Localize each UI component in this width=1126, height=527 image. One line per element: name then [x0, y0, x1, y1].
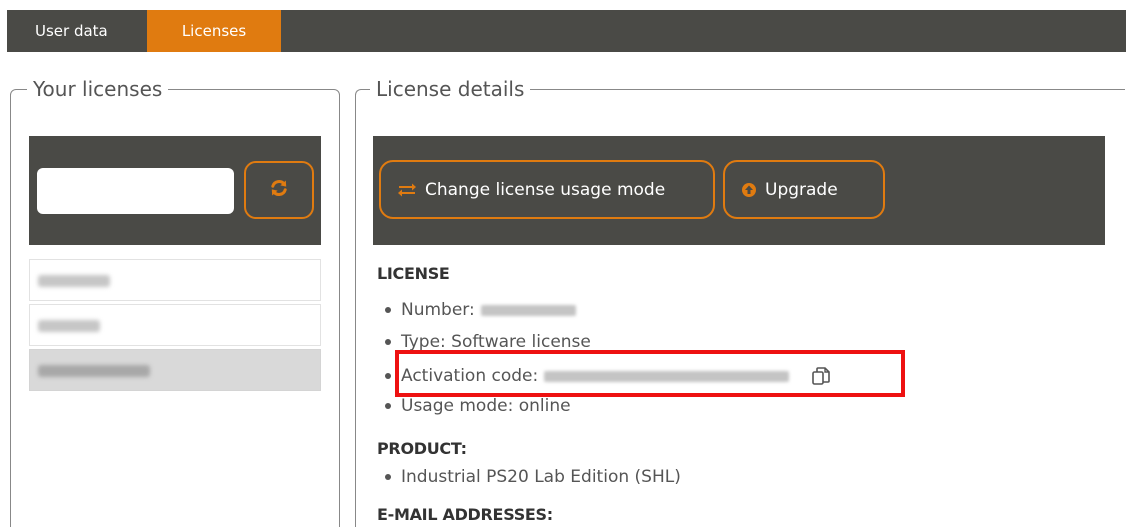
license-search-input[interactable]	[37, 168, 234, 214]
list-item[interactable]	[29, 304, 321, 346]
change-license-usage-mode-button[interactable]: Change license usage mode	[379, 160, 715, 219]
list-item[interactable]	[29, 259, 321, 301]
your-licenses-legend: Your licenses	[27, 77, 169, 101]
activation-code-highlight-box	[395, 350, 905, 397]
bullet	[385, 373, 391, 379]
usage-mode-row: Usage mode: online	[385, 396, 571, 416]
license-list	[29, 259, 321, 394]
tab-licenses[interactable]: Licenses	[147, 10, 281, 52]
refresh-button[interactable]	[244, 161, 314, 219]
bullet	[385, 307, 391, 313]
swap-arrows-icon	[397, 183, 417, 197]
details-toolbar: Change license usage mode Upgrade	[373, 136, 1105, 245]
blurred-license-label	[38, 365, 150, 377]
license-type-row: Type: Software license	[385, 332, 591, 352]
blurred-license-label	[38, 275, 110, 287]
product-name: Industrial PS20 Lab Edition (SHL)	[401, 467, 681, 487]
licenses-toolbar	[29, 136, 321, 245]
change-mode-label: Change license usage mode	[425, 179, 666, 200]
product-row: Industrial PS20 Lab Edition (SHL)	[385, 467, 681, 487]
license-details-legend: License details	[370, 77, 531, 101]
blurred-license-number	[480, 304, 576, 316]
license-number-label: Number:	[401, 300, 475, 320]
blurred-license-label	[38, 320, 100, 332]
tab-user-data[interactable]: User data	[21, 10, 122, 52]
license-number-row: Number:	[385, 300, 576, 320]
email-addresses-heading: E-MAIL ADDRESSES:	[377, 505, 553, 524]
license-type-text: Type: Software license	[401, 332, 591, 352]
bullet	[385, 339, 391, 345]
upgrade-circle-icon	[741, 182, 757, 198]
list-item-selected[interactable]	[29, 349, 321, 391]
upgrade-button[interactable]: Upgrade	[723, 160, 885, 219]
product-heading: PRODUCT:	[377, 439, 467, 458]
bullet	[385, 403, 391, 409]
refresh-icon	[269, 178, 289, 202]
usage-mode-text: Usage mode: online	[401, 396, 571, 416]
license-heading: LICENSE	[377, 264, 450, 283]
tab-bar: User data Licenses	[7, 10, 1126, 52]
bullet	[385, 474, 391, 480]
upgrade-label: Upgrade	[765, 179, 838, 200]
